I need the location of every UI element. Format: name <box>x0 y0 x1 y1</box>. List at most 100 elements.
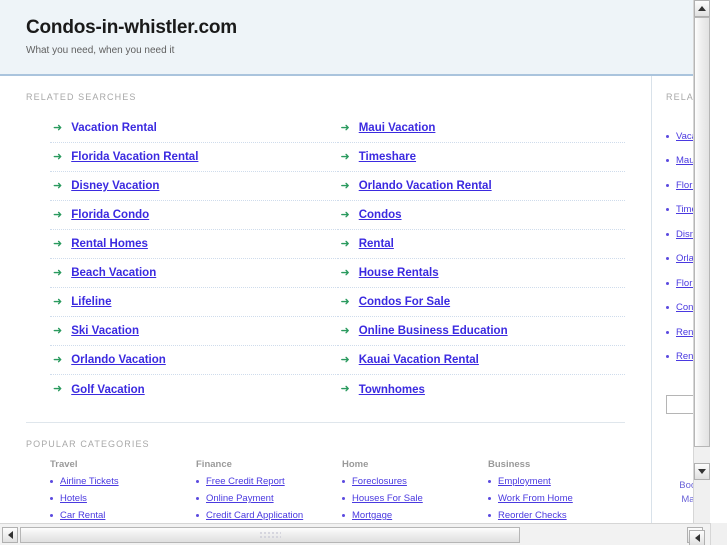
sidebar-link[interactable]: Maui Vacation <box>676 155 693 166</box>
category-item[interactable]: Hotels <box>50 493 196 504</box>
related-search-link[interactable]: Online Business Education <box>359 325 508 337</box>
related-search-row[interactable]: ➜ Beach Vacation <box>50 259 338 288</box>
related-search-row[interactable]: ➜ Orlando Vacation <box>50 346 338 375</box>
category-item[interactable]: Airline Tickets <box>50 476 196 487</box>
sidebar-list-item[interactable]: Orlando Vacation Rental <box>666 247 693 272</box>
related-search-row[interactable]: ➜ Townhomes <box>338 375 626 404</box>
related-search-link[interactable]: Lifeline <box>71 296 111 308</box>
related-search-row[interactable]: ➜ Florida Vacation Rental <box>50 143 338 172</box>
sidebar-link[interactable]: Condos <box>676 302 693 313</box>
sidebar-list-item[interactable]: Vacation Rental <box>666 124 693 149</box>
sidebar-link[interactable]: Timeshare <box>676 204 693 215</box>
related-search-link[interactable]: Florida Condo <box>71 209 149 221</box>
page-horizontal-scrollbar-thumb[interactable] <box>20 527 520 543</box>
sidebar-list-item[interactable]: Florida Condo <box>666 271 693 296</box>
sidebar-list-item[interactable]: Rental <box>666 345 693 370</box>
page-scroll-left-button[interactable] <box>2 527 18 543</box>
category-item[interactable]: Mortgage <box>342 510 488 521</box>
page-scroll-up-button[interactable] <box>694 0 710 17</box>
popular-categories-grid: Travel Airline Tickets Hotels Car Rental Fin… <box>0 449 651 523</box>
related-search-link[interactable]: Condos <box>359 209 402 221</box>
related-search-row[interactable]: ➜ Maui Vacation <box>337 114 625 143</box>
related-search-row[interactable]: ➜ Timeshare <box>337 143 625 172</box>
category-link[interactable]: Credit Card Application <box>206 510 303 521</box>
related-search-row[interactable]: ➜ Orlando Vacation Rental <box>337 172 625 201</box>
category-link[interactable]: Car Rental <box>60 510 105 521</box>
related-search-link[interactable]: Townhomes <box>359 384 425 396</box>
category-item[interactable]: Credit Card Application <box>196 510 342 521</box>
sidebar-list-item[interactable]: Maui Vacation <box>666 149 693 174</box>
sidebar-list-item[interactable]: Rental Homes <box>666 320 693 345</box>
sidebar-link[interactable]: Rental <box>676 351 693 362</box>
category-item[interactable]: Online Payment <box>196 493 342 504</box>
category-link[interactable]: Airline Tickets <box>60 476 119 487</box>
related-search-row[interactable]: ➜ House Rentals <box>337 259 625 288</box>
related-search-row[interactable]: ➜ Disney Vacation <box>50 172 338 201</box>
sidebar-link[interactable]: Florida Condo <box>676 278 693 289</box>
category-link[interactable]: Hotels <box>60 493 87 504</box>
related-search-link[interactable]: Maui Vacation <box>359 122 436 134</box>
related-search-link[interactable]: Vacation Rental <box>71 122 157 134</box>
arrow-bullet-icon: ➜ <box>340 324 350 337</box>
related-search-link[interactable]: Condos For Sale <box>359 296 450 308</box>
category-link[interactable]: Mortgage <box>352 510 392 521</box>
sidebar-link[interactable]: Disney Vacation <box>676 229 693 240</box>
category-item[interactable]: Employment <box>488 476 634 487</box>
sidebar-list-item[interactable]: Timeshare <box>666 198 693 223</box>
related-search-row[interactable]: ➜ Florida Condo <box>50 201 338 230</box>
category-link[interactable]: Houses For Sale <box>352 493 423 504</box>
related-search-link[interactable]: Ski Vacation <box>71 325 139 337</box>
category-link[interactable]: Foreclosures <box>352 476 407 487</box>
related-search-row[interactable]: ➜ Rental <box>337 230 625 259</box>
category-link[interactable]: Online Payment <box>206 493 274 504</box>
sidebar-search-input[interactable] <box>666 395 693 414</box>
category-item[interactable]: Car Rental <box>50 510 196 521</box>
related-search-link[interactable]: Golf Vacation <box>71 384 145 396</box>
related-search-link[interactable]: Rental Homes <box>71 238 148 250</box>
page-vertical-scrollbar[interactable] <box>693 0 710 523</box>
bookmark-link[interactable]: Bookmark <box>666 479 693 493</box>
related-search-row[interactable]: ➜ Vacation Rental <box>50 114 338 143</box>
arrow-bullet-icon: ➜ <box>53 150 63 163</box>
related-search-row[interactable]: ➜ Golf Vacation <box>50 375 338 404</box>
category-column: Home Foreclosures Houses For Sale Mortgage <box>342 459 488 523</box>
related-search-link[interactable]: Timeshare <box>359 151 416 163</box>
page-scroll-left-button-2[interactable] <box>689 530 705 545</box>
category-link[interactable]: Work From Home <box>498 493 573 504</box>
related-search-link[interactable]: Orlando Vacation <box>71 354 166 366</box>
related-search-row[interactable]: ➜ Lifeline <box>50 288 338 317</box>
related-search-link[interactable]: Disney Vacation <box>71 180 159 192</box>
page-scroll-down-button[interactable] <box>694 463 710 480</box>
related-search-link[interactable]: Florida Vacation Rental <box>71 151 198 163</box>
page-horizontal-scrollbar[interactable] <box>0 523 727 545</box>
category-item[interactable]: Houses For Sale <box>342 493 488 504</box>
related-search-link[interactable]: Kauai Vacation Rental <box>359 354 479 366</box>
category-link[interactable]: Free Credit Report <box>206 476 285 487</box>
related-search-row[interactable]: ➜ Online Business Education <box>337 317 625 346</box>
category-link[interactable]: Employment <box>498 476 551 487</box>
category-link[interactable]: Reorder Checks <box>498 510 567 521</box>
sidebar-link[interactable]: Florida Vacation Rental <box>676 180 693 191</box>
category-item[interactable]: Work From Home <box>488 493 634 504</box>
make-homepage-link[interactable]: Make this <box>666 493 693 507</box>
sidebar-link[interactable]: Vacation Rental <box>676 131 693 142</box>
sidebar-list-item[interactable]: Florida Vacation Rental <box>666 173 693 198</box>
related-search-row[interactable]: ➜ Ski Vacation <box>50 317 338 346</box>
related-search-link[interactable]: Rental <box>359 238 394 250</box>
sidebar-list-item[interactable]: Disney Vacation <box>666 222 693 247</box>
category-item[interactable]: Reorder Checks <box>488 510 634 521</box>
page-vertical-scrollbar-thumb[interactable] <box>694 17 710 447</box>
related-search-link[interactable]: Orlando Vacation Rental <box>359 180 492 192</box>
category-item[interactable]: Free Credit Report <box>196 476 342 487</box>
related-search-row[interactable]: ➜ Condos <box>337 201 625 230</box>
sidebar-link[interactable]: Orlando Vacation Rental <box>676 253 693 264</box>
related-search-row[interactable]: ➜ Rental Homes <box>50 230 338 259</box>
related-search-link[interactable]: House Rentals <box>359 267 439 279</box>
related-search-link[interactable]: Beach Vacation <box>71 267 156 279</box>
category-item[interactable]: Foreclosures <box>342 476 488 487</box>
related-search-row[interactable]: ➜ Kauai Vacation Rental <box>337 346 625 375</box>
sidebar-list-item[interactable]: Condos <box>666 296 693 321</box>
dot-bullet-icon <box>50 514 53 517</box>
related-search-row[interactable]: ➜ Condos For Sale <box>337 288 625 317</box>
sidebar-link[interactable]: Rental Homes <box>676 327 693 338</box>
